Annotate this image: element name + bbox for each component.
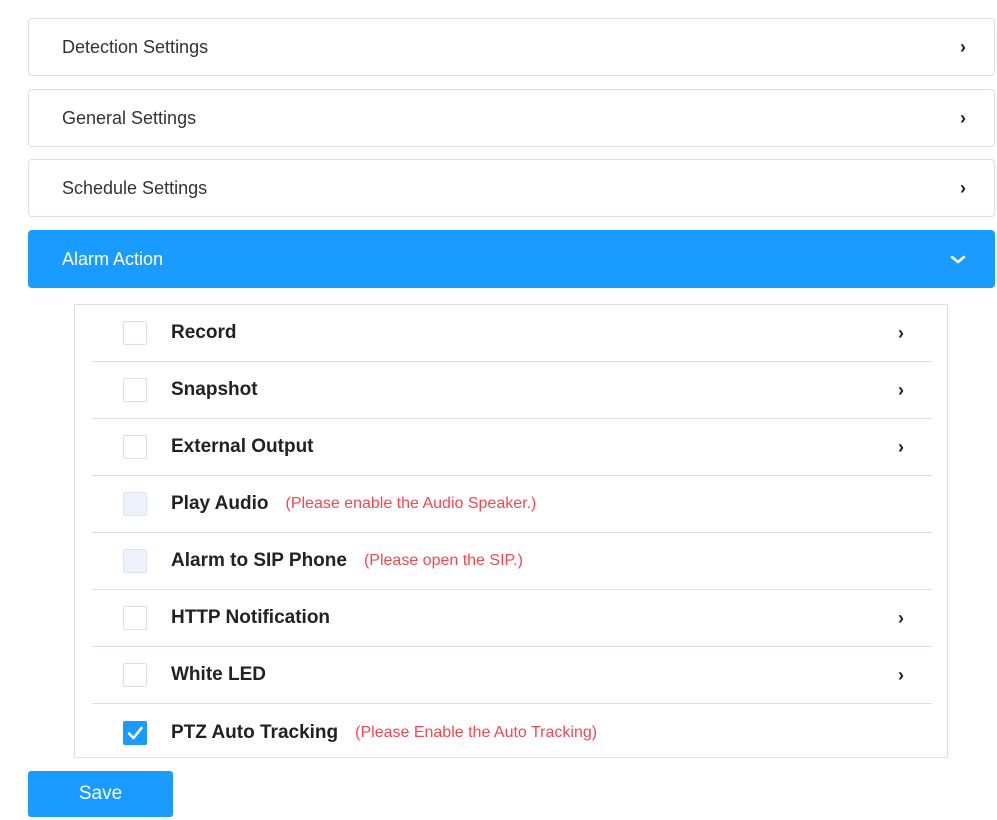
alarm-settings-page: Detection Settings › General Settings › …	[0, 0, 997, 820]
checkbox-http-notification[interactable]	[123, 606, 147, 630]
checkbox-external-output[interactable]	[123, 435, 147, 459]
action-row-alarm-to-sip-phone: Alarm to SIP Phone (Please open the SIP.)	[92, 533, 932, 590]
panel-detection-settings[interactable]: Detection Settings ›	[28, 18, 995, 76]
panel-schedule-settings[interactable]: Schedule Settings ›	[28, 159, 995, 217]
alarm-action-list: Record › Snapshot › External Output › Play Aud…	[74, 304, 948, 758]
action-hint: (Please open the SIP.)	[363, 552, 523, 569]
action-label: Play Audio	[171, 493, 269, 514]
action-label: HTTP Notification	[171, 607, 331, 628]
action-hint: (Please Enable the Auto Tracking)	[355, 723, 598, 741]
panel-alarm-action[interactable]: Alarm Action	[28, 230, 995, 288]
chevron-right-icon[interactable]: ›	[898, 666, 904, 684]
checkbox-snapshot[interactable]	[123, 378, 147, 402]
action-row-snapshot: Snapshot ›	[92, 362, 932, 419]
checkbox-ptz-auto-tracking[interactable]	[123, 720, 147, 745]
action-row-ptz-auto-tracking: PTZ Auto Tracking (Please Enable the Auto…	[92, 704, 932, 761]
chevron-right-icon[interactable]: ›	[898, 381, 904, 399]
chevron-down-icon	[950, 250, 966, 268]
chevron-right-icon[interactable]: ›	[898, 438, 904, 456]
checkbox-record[interactable]	[123, 321, 147, 345]
save-button[interactable]: Save	[28, 771, 173, 817]
panel-label: Schedule Settings	[62, 177, 208, 198]
action-row-record: Record ›	[92, 305, 932, 362]
action-label: Snapshot	[171, 379, 258, 400]
chevron-right-icon: ›	[960, 37, 966, 57]
action-label: PTZ Auto Tracking	[171, 721, 339, 743]
action-label: Record	[171, 322, 237, 343]
panel-label: Detection Settings	[62, 36, 209, 57]
chevron-right-icon: ›	[960, 108, 966, 128]
action-label: Alarm to SIP Phone	[171, 550, 347, 571]
chevron-right-icon: ›	[960, 178, 966, 198]
panel-general-settings[interactable]: General Settings ›	[28, 89, 995, 147]
action-row-play-audio: Play Audio (Please enable the Audio Speak…	[92, 476, 932, 533]
action-label: External Output	[171, 436, 314, 457]
chevron-right-icon[interactable]: ›	[898, 609, 904, 627]
checkbox-alarm-to-sip-phone	[123, 549, 147, 573]
panel-label: General Settings	[62, 107, 197, 128]
chevron-right-icon[interactable]: ›	[898, 324, 904, 342]
action-row-white-led: White LED ›	[92, 647, 932, 704]
panel-label: Alarm Action	[62, 248, 164, 269]
action-row-external-output: External Output ›	[92, 419, 932, 476]
action-hint: (Please enable the Audio Speaker.)	[285, 495, 537, 512]
action-row-http-notification: HTTP Notification ›	[92, 590, 932, 647]
checkbox-play-audio	[123, 492, 147, 516]
checkmark-icon	[127, 726, 143, 739]
action-label: White LED	[171, 664, 266, 685]
checkbox-white-led[interactable]	[123, 663, 147, 687]
